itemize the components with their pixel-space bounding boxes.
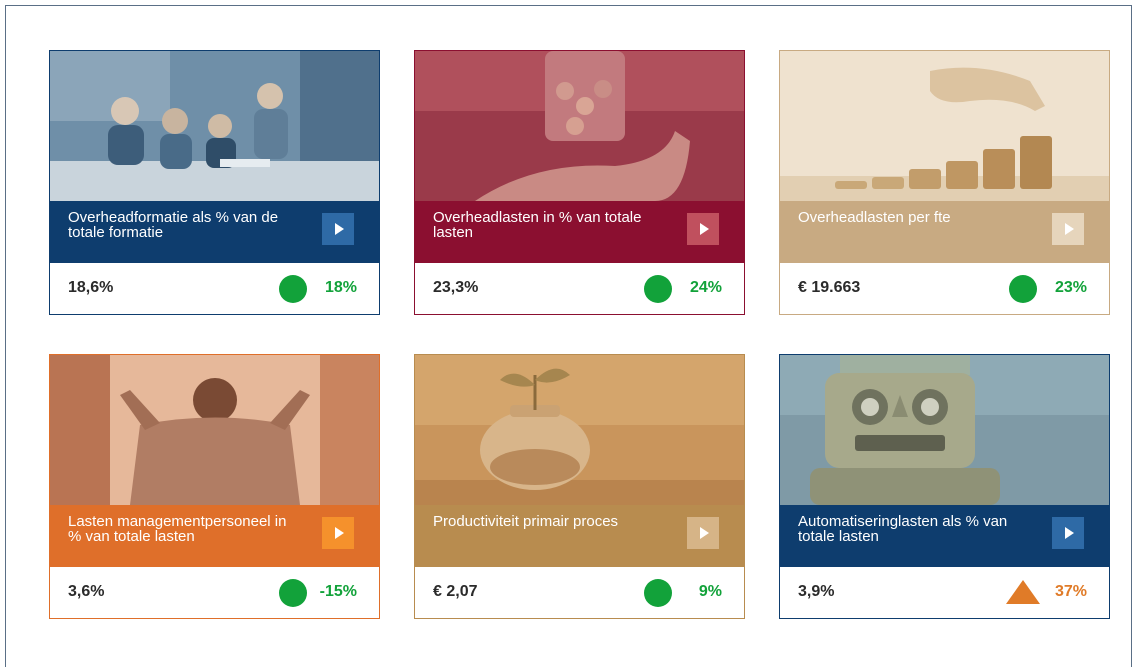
status-good-icon [644,579,672,607]
kpi-card-productiviteit[interactable]: Productiviteit primair proces € 2,07 9% [414,354,745,619]
kpi-change: 37% [1054,583,1087,600]
plant-in-coin-jar-photo [415,355,744,505]
kpi-card-overheadformatie[interactable]: Overheadformatie als % van de totale for… [49,50,380,315]
card-title: Productiviteit primair proces [433,513,619,530]
play-icon [700,527,709,539]
status-warning-triangle-icon [1006,580,1040,604]
kpi-card-overheadlasten-percentage[interactable]: Overheadlasten in % van totale lasten 23… [414,50,745,315]
play-icon [335,527,344,539]
kpi-card-lasten-managementpersoneel[interactable]: Lasten managementpersoneel in % van tota… [49,354,380,619]
play-button[interactable] [322,213,354,245]
play-button[interactable] [1052,517,1084,549]
play-button[interactable] [687,213,719,245]
card-title: Lasten managementpersoneel in % van tota… [68,513,287,545]
play-button[interactable] [687,517,719,549]
play-icon [700,223,709,235]
kpi-change: 9% [698,583,722,600]
kpi-value: € 2,07 [433,583,478,600]
kpi-change: -15% [319,583,357,600]
kpi-card-overheadlasten-per-fte[interactable]: Overheadlasten per fte € 19.663 23% [779,50,1110,315]
play-button[interactable] [1052,213,1084,245]
play-icon [1065,527,1074,539]
coin-stacks-photo [780,51,1109,201]
kpi-value: 18,6% [68,279,114,296]
kpi-change: 23% [1054,279,1087,296]
status-good-icon [1009,275,1037,303]
card-title: Overheadlasten in % van totale lasten [433,209,642,241]
kpi-change: 24% [689,279,722,296]
kpi-value: 3,6% [68,583,105,600]
card-title: Overheadformatie als % van de totale for… [68,209,279,241]
kpi-value: 23,3% [433,279,479,296]
status-good-icon [279,579,307,607]
kpi-change: 18% [324,279,357,296]
kpi-value: € 19.663 [798,279,861,296]
card-title: Automatiseringlasten als % van totale la… [798,513,1008,545]
people-meeting-photo [50,51,379,201]
man-at-window-photo [50,355,379,505]
play-icon [335,223,344,235]
play-button[interactable] [322,517,354,549]
card-title: Overheadlasten per fte [798,209,951,226]
kpi-card-automatiseringlasten[interactable]: Automatiseringlasten als % van totale la… [779,354,1110,619]
coins-in-hand-photo [415,51,744,201]
toy-robot-photo [780,355,1109,505]
status-good-icon [644,275,672,303]
kpi-value: 3,9% [798,583,835,600]
status-good-icon [279,275,307,303]
play-icon [1065,223,1074,235]
